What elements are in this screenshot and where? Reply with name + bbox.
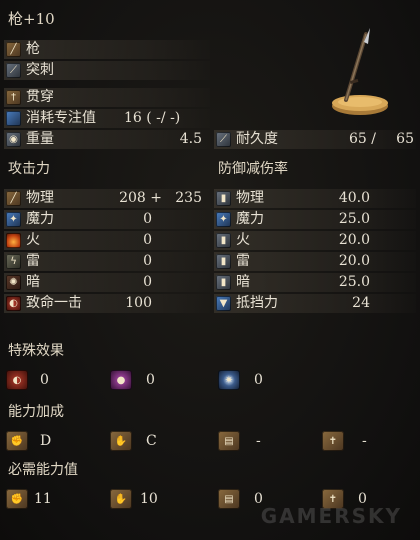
defense-label-lightning: 雷 xyxy=(236,253,250,269)
durability-icon: ⟋ xyxy=(216,132,231,147)
strength-icon: ✊ xyxy=(6,431,28,451)
defense-label-physical: 物理 xyxy=(236,190,264,206)
dark-defense-icon: ▮ xyxy=(216,275,231,290)
skill-name: 贯穿 xyxy=(26,89,54,105)
attack-value-lightning: 0 xyxy=(143,253,152,269)
attack-value-magic: 0 xyxy=(143,211,152,227)
req-dexterity-icon: ✋ xyxy=(110,489,132,509)
thrust-icon: ⟋ xyxy=(6,63,21,78)
durability-current: 65 / xyxy=(349,131,376,147)
defense-value-fire: 20.0 xyxy=(338,232,370,248)
scaling-header: 能力加成 xyxy=(8,404,64,420)
dark-icon: ✺ xyxy=(6,275,21,290)
intelligence-icon: ▤ xyxy=(218,431,240,451)
spear-weapon-image xyxy=(332,28,388,115)
defense-label-magic: 魔力 xyxy=(236,211,264,227)
weight-icon: ◉ xyxy=(6,132,21,147)
scaling-intelligence: - xyxy=(256,433,261,449)
effect-value-3: 0 xyxy=(254,372,263,388)
attack-header: 攻击力 xyxy=(8,161,50,177)
physical-defense-icon: ▮ xyxy=(216,191,231,206)
stability-icon: ▼ xyxy=(216,296,231,311)
defense-label-dark: 暗 xyxy=(236,274,250,290)
attack-label-dark: 暗 xyxy=(26,274,40,290)
dexterity-icon: ✋ xyxy=(110,431,132,451)
defense-label-stability: 抵挡力 xyxy=(236,295,278,311)
fp-cost-value: 16 ( -/ -) xyxy=(124,110,181,126)
fire-icon xyxy=(6,233,21,248)
requirements-header: 必需能力值 xyxy=(8,462,78,478)
attack-label-physical: 物理 xyxy=(26,190,54,206)
skill-icon: † xyxy=(6,90,21,105)
defense-header: 防御减伤率 xyxy=(218,161,288,177)
lightning-icon: ϟ xyxy=(6,254,21,269)
poison-effect-icon: ● xyxy=(110,370,132,390)
defense-value-dark: 25.0 xyxy=(338,274,370,290)
defense-value-physical: 40.0 xyxy=(338,190,370,206)
defense-value-lightning: 20.0 xyxy=(338,253,370,269)
scaling-strength: D xyxy=(40,433,52,449)
fire-defense-icon: ▮ xyxy=(216,233,231,248)
attack-label-fire: 火 xyxy=(26,232,40,248)
item-detail-panel: 枪+10 ╱ 枪 ⟋ 突刺 † 贯穿 消耗专注值 16 ( -/ -) ◉ 重量… xyxy=(0,0,420,540)
req-strength-icon: ✊ xyxy=(6,489,28,509)
defense-value-stability: 24 xyxy=(352,295,370,311)
req-intelligence-icon: ▤ xyxy=(218,489,240,509)
fp-cost-label: 消耗专注值 xyxy=(26,110,96,126)
attack-label-critical: 致命一击 xyxy=(26,295,82,311)
lightning-defense-icon: ▮ xyxy=(216,254,231,269)
magic-defense-icon: ✦ xyxy=(216,212,231,227)
attack-label-magic: 魔力 xyxy=(26,211,54,227)
attack-value-fire: 0 xyxy=(143,232,152,248)
critical-icon: ◐ xyxy=(6,296,21,311)
weight-label: 重量 xyxy=(26,131,54,147)
frost-effect-icon: ✷ xyxy=(218,370,240,390)
spear-type-icon: ╱ xyxy=(6,42,21,57)
weight-value: 4.5 xyxy=(179,131,202,147)
defense-label-fire: 火 xyxy=(236,232,250,248)
watermark: GAMERSKY xyxy=(260,504,402,528)
durability-max: 65 xyxy=(396,131,414,147)
scaling-dexterity: C xyxy=(146,433,157,449)
attack-label-lightning: 雷 xyxy=(26,253,40,269)
item-title: 枪+10 xyxy=(8,10,55,28)
bleed-effect-icon: ◐ xyxy=(6,370,28,390)
effect-value-2: 0 xyxy=(146,372,155,388)
magic-icon: ✦ xyxy=(6,212,21,227)
attack-value-dark: 0 xyxy=(143,274,152,290)
req-strength: 11 xyxy=(34,491,52,507)
attack-value-physical: 208 + xyxy=(119,190,162,206)
attack-value-physical-bonus: 235 xyxy=(175,190,202,206)
req-dexterity: 10 xyxy=(140,491,158,507)
scaling-faith: - xyxy=(362,433,367,449)
effects-header: 特殊效果 xyxy=(8,343,64,359)
fp-cost-icon xyxy=(6,111,21,126)
physical-icon: ╱ xyxy=(6,191,21,206)
weapon-type: 枪 xyxy=(26,41,40,57)
effect-value-1: 0 xyxy=(40,372,49,388)
faith-icon: ✝ xyxy=(322,431,344,451)
durability-label: 耐久度 xyxy=(236,131,278,147)
defense-value-magic: 25.0 xyxy=(338,211,370,227)
attack-value-critical: 100 xyxy=(125,295,152,311)
attack-type: 突刺 xyxy=(26,62,54,78)
